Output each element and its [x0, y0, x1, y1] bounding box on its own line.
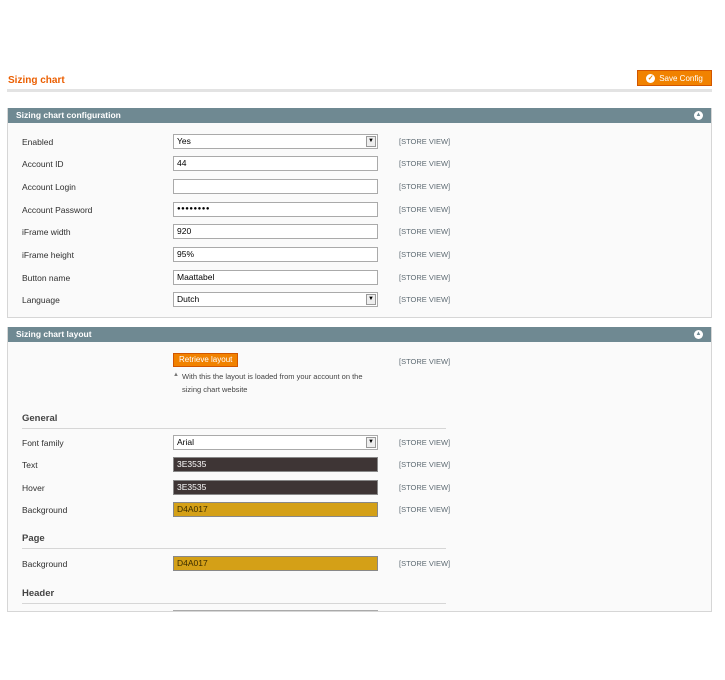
retrieve-note: With this the layout is loaded from your… — [182, 370, 392, 396]
language-select[interactable]: Dutch ▼ — [173, 292, 378, 307]
font-family-select[interactable]: Arial ▼ — [173, 435, 378, 450]
enabled-select[interactable]: Yes ▼ — [173, 134, 378, 149]
row-font-family: Font family Arial ▼ [STORE VIEW] — [8, 435, 711, 451]
scope-label: [STORE VIEW] — [399, 357, 451, 366]
scope-label: [STORE VIEW] — [399, 505, 451, 514]
font-family-label: Font family — [22, 438, 64, 448]
background-color-input[interactable]: D4A017 — [173, 502, 378, 517]
scope-label: [STORE VIEW] — [399, 205, 451, 214]
row-language: Language Dutch ▼ [STORE VIEW] — [8, 292, 711, 308]
account-login-label: Account Login — [22, 182, 76, 192]
scope-label: [STORE VIEW] — [399, 227, 451, 236]
row-page-background-color: Background D4A017 [STORE VIEW] — [8, 556, 711, 572]
button-name-label: Button name — [22, 273, 71, 283]
sizing-chart-layout-section: Sizing chart layout ▲ Retrieve layout [S… — [7, 327, 712, 612]
account-password-label: Account Password — [22, 205, 93, 215]
section-title: Sizing chart layout — [16, 329, 92, 339]
section-header-configuration[interactable]: Sizing chart configuration ▲ — [8, 108, 711, 123]
retrieve-layout-button[interactable]: Retrieve layout — [173, 353, 239, 367]
header-next-input[interactable] — [173, 610, 378, 611]
general-heading: General — [22, 413, 446, 429]
retrieve-note-line-2: sizing chart website — [182, 385, 248, 394]
save-config-label: Save Config — [659, 73, 703, 83]
page-background-color-label: Background — [22, 559, 68, 569]
section-header-layout[interactable]: Sizing chart layout ▲ — [8, 327, 711, 342]
button-name-input[interactable]: Maattabel — [173, 270, 378, 285]
section-title: Sizing chart configuration — [16, 110, 121, 120]
text-color-input[interactable]: 3E3535 — [173, 457, 378, 472]
hover-color-input[interactable]: 3E3535 — [173, 480, 378, 495]
row-button-name: Button name Maattabel [STORE VIEW] — [8, 270, 711, 286]
account-login-input[interactable] — [173, 179, 378, 194]
account-password-input[interactable]: ●●●●●●●● — [173, 202, 378, 217]
collapse-icon[interactable]: ▲ — [694, 111, 703, 120]
row-account-login: Account Login [STORE VIEW] — [8, 179, 711, 195]
page-title: Sizing chart — [8, 75, 65, 86]
font-family-value: Arial — [177, 437, 195, 447]
chevron-down-icon: ▼ — [366, 136, 376, 147]
sizing-chart-configuration-section: Sizing chart configuration ▲ Enabled Yes… — [7, 108, 712, 318]
chevron-down-icon: ▼ — [366, 437, 376, 448]
language-label: Language — [22, 295, 60, 305]
background-color-label: Background — [22, 505, 68, 515]
text-color-label: Text — [22, 460, 38, 470]
account-id-input[interactable]: 44 — [173, 156, 378, 171]
page-header: Sizing chart ✓ Save Config — [7, 70, 712, 92]
retrieve-note-line-1: With this the layout is loaded from your… — [182, 372, 363, 381]
save-config-button[interactable]: ✓ Save Config — [637, 70, 712, 86]
row-iframe-width: iFrame width 920 [STORE VIEW] — [8, 224, 711, 240]
row-text-color: Text 3E3535 [STORE VIEW] — [8, 457, 711, 473]
row-iframe-height: iFrame height 95% [STORE VIEW] — [8, 247, 711, 263]
hover-color-label: Hover — [22, 483, 45, 493]
iframe-height-label: iFrame height — [22, 250, 74, 260]
scope-label: [STORE VIEW] — [399, 460, 451, 469]
collapse-icon[interactable]: ▲ — [694, 330, 703, 339]
row-enabled: Enabled Yes ▼ [STORE VIEW] — [8, 134, 711, 150]
scope-label: [STORE VIEW] — [399, 295, 451, 304]
info-arrow-icon: ▲ — [173, 372, 179, 378]
scope-label: [STORE VIEW] — [399, 182, 451, 191]
page-background-color-input[interactable]: D4A017 — [173, 556, 378, 571]
account-id-label: Account ID — [22, 159, 64, 169]
check-icon: ✓ — [646, 73, 656, 83]
enabled-label: Enabled — [22, 137, 54, 147]
scope-label: [STORE VIEW] — [399, 159, 451, 168]
scope-label: [STORE VIEW] — [399, 483, 451, 492]
language-value: Dutch — [177, 294, 200, 304]
enabled-value: Yes — [177, 136, 191, 146]
iframe-height-input[interactable]: 95% — [173, 247, 378, 262]
scope-label: [STORE VIEW] — [399, 438, 451, 447]
row-account-id: Account ID 44 [STORE VIEW] — [8, 156, 711, 172]
row-hover-color: Hover 3E3535 [STORE VIEW] — [8, 480, 711, 496]
row-background-color: Background D4A017 [STORE VIEW] — [8, 502, 711, 518]
scope-label: [STORE VIEW] — [399, 273, 451, 282]
iframe-width-label: iFrame width — [22, 227, 71, 237]
scope-label: [STORE VIEW] — [399, 250, 451, 259]
page-heading: Page — [22, 533, 446, 549]
scope-label: [STORE VIEW] — [399, 559, 451, 568]
row-account-password: Account Password ●●●●●●●● [STORE VIEW] — [8, 202, 711, 218]
header-heading: Header — [22, 588, 446, 604]
iframe-width-input[interactable]: 920 — [173, 224, 378, 239]
scope-label: [STORE VIEW] — [399, 137, 451, 146]
chevron-down-icon: ▼ — [366, 294, 376, 305]
